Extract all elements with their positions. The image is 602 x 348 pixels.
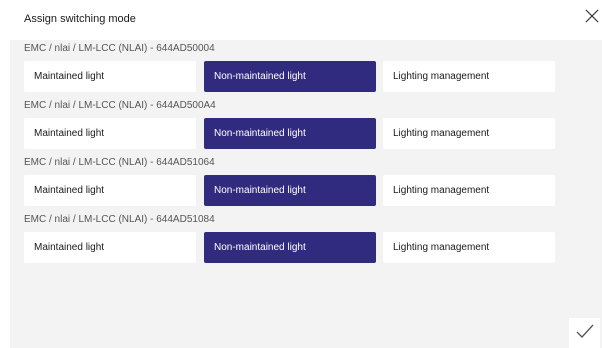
device-label: EMC / nlai / LM-LCC (NLAI) - 644AD50004 [24, 43, 215, 54]
option-lighting-management[interactable]: Lighting management [383, 232, 555, 263]
checkmark-icon [575, 323, 595, 344]
assign-switching-mode-dialog: Assign switching mode EMC / nlai / LM-LC… [0, 0, 602, 348]
option-lighting-management[interactable]: Lighting management [383, 118, 555, 149]
option-non-maintained-light[interactable]: Non-maintained light [204, 175, 376, 206]
option-maintained-light[interactable]: Maintained light [24, 232, 196, 263]
option-lighting-management[interactable]: Lighting management [383, 175, 555, 206]
device-label: EMC / nlai / LM-LCC (NLAI) - 644AD51084 [24, 214, 215, 225]
option-maintained-light[interactable]: Maintained light [24, 118, 196, 149]
confirm-button[interactable] [569, 318, 600, 348]
dialog-title: Assign switching mode [24, 13, 136, 25]
device-label: EMC / nlai / LM-LCC (NLAI) - 644AD51064 [24, 157, 215, 168]
option-non-maintained-light[interactable]: Non-maintained light [204, 61, 376, 92]
device-list-panel: EMC / nlai / LM-LCC (NLAI) - 644AD50004 … [10, 40, 602, 348]
close-icon[interactable] [584, 8, 600, 24]
option-lighting-management[interactable]: Lighting management [383, 61, 555, 92]
option-maintained-light[interactable]: Maintained light [24, 61, 196, 92]
option-maintained-light[interactable]: Maintained light [24, 175, 196, 206]
device-label: EMC / nlai / LM-LCC (NLAI) - 644AD500A4 [24, 100, 216, 111]
option-non-maintained-light[interactable]: Non-maintained light [204, 232, 376, 263]
option-non-maintained-light[interactable]: Non-maintained light [204, 118, 376, 149]
